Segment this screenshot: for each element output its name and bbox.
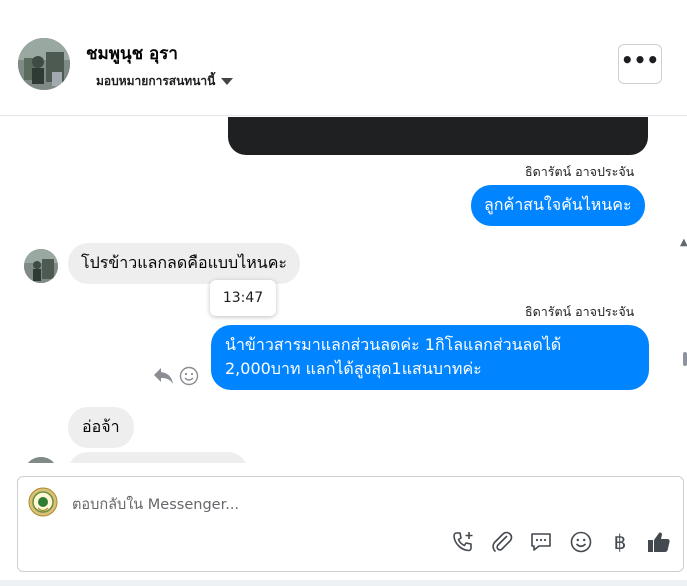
reply-input[interactable] [72, 494, 632, 516]
page-logo-icon [28, 487, 58, 517]
thumbs-up-icon[interactable] [646, 529, 672, 555]
chat-bubble-icon[interactable] [528, 529, 554, 555]
sender-name: ธิดารัตน์ อาจประจัน [525, 164, 635, 179]
react-icon[interactable] [179, 366, 199, 386]
assign-conversation-label: มอบหมายการสนทนานี้ [96, 74, 216, 88]
incoming-message[interactable]: โปรข้าวแลกลดคือแบบไหนคะ [68, 243, 301, 284]
paperclip-icon[interactable] [489, 529, 515, 555]
message-line: 2,000บาท แลกได้สูงสุด1แสนบาทค่ะ [225, 359, 482, 378]
reply-icon[interactable] [152, 365, 174, 385]
contact-avatar[interactable] [18, 38, 70, 90]
baht-symbol: ฿ [613, 530, 627, 554]
assign-conversation-dropdown[interactable]: มอบหมายการสนทนานี้ [96, 72, 234, 91]
contact-avatar-small[interactable] [24, 249, 58, 283]
outgoing-message[interactable]: นำข้าวสารมาแลกส่วนลดค่ะ 1กิโลแลกส่วนลดได… [211, 325, 649, 390]
scrollbar-thumb[interactable] [683, 352, 687, 366]
reply-composer: ฿ [17, 476, 684, 572]
message-line: นำข้าวสารมาแลกส่วนลดค่ะ 1กิโลแลกส่วนลดได… [225, 335, 562, 354]
incoming-message-partial[interactable] [68, 452, 248, 463]
chevron-down-icon [221, 78, 234, 85]
more-dots-icon: ••• [620, 48, 660, 72]
contact-avatar-small[interactable] [24, 457, 58, 463]
message-time-tooltip: 13:47 [210, 280, 276, 316]
more-options-button[interactable]: ••• [618, 44, 662, 84]
conversation-header: ชมพูนุช อุรา มอบหมายการสนทนานี้ ••• [0, 12, 687, 116]
outgoing-message[interactable]: ลูกค้าสนใจคันไหนคะ [471, 185, 645, 226]
emoji-icon[interactable] [568, 529, 594, 555]
sender-name: ธิดารัตน์ อาจประจัน [525, 304, 635, 319]
baht-icon[interactable]: ฿ [607, 529, 633, 555]
contact-name[interactable]: ชมพูนุช อุรา [86, 40, 178, 67]
message-thread[interactable]: ธิดารัตน์ อาจประจัน ลูกค้าสนใจคันไหนคะ โ… [0, 117, 687, 463]
scroll-up-arrow-icon[interactable]: ▲ [680, 237, 687, 248]
incoming-message[interactable]: อ่อจ้า [68, 407, 134, 448]
phone-plus-icon[interactable] [450, 529, 476, 555]
media-attachment[interactable] [228, 117, 648, 155]
bottom-border [0, 580, 687, 586]
